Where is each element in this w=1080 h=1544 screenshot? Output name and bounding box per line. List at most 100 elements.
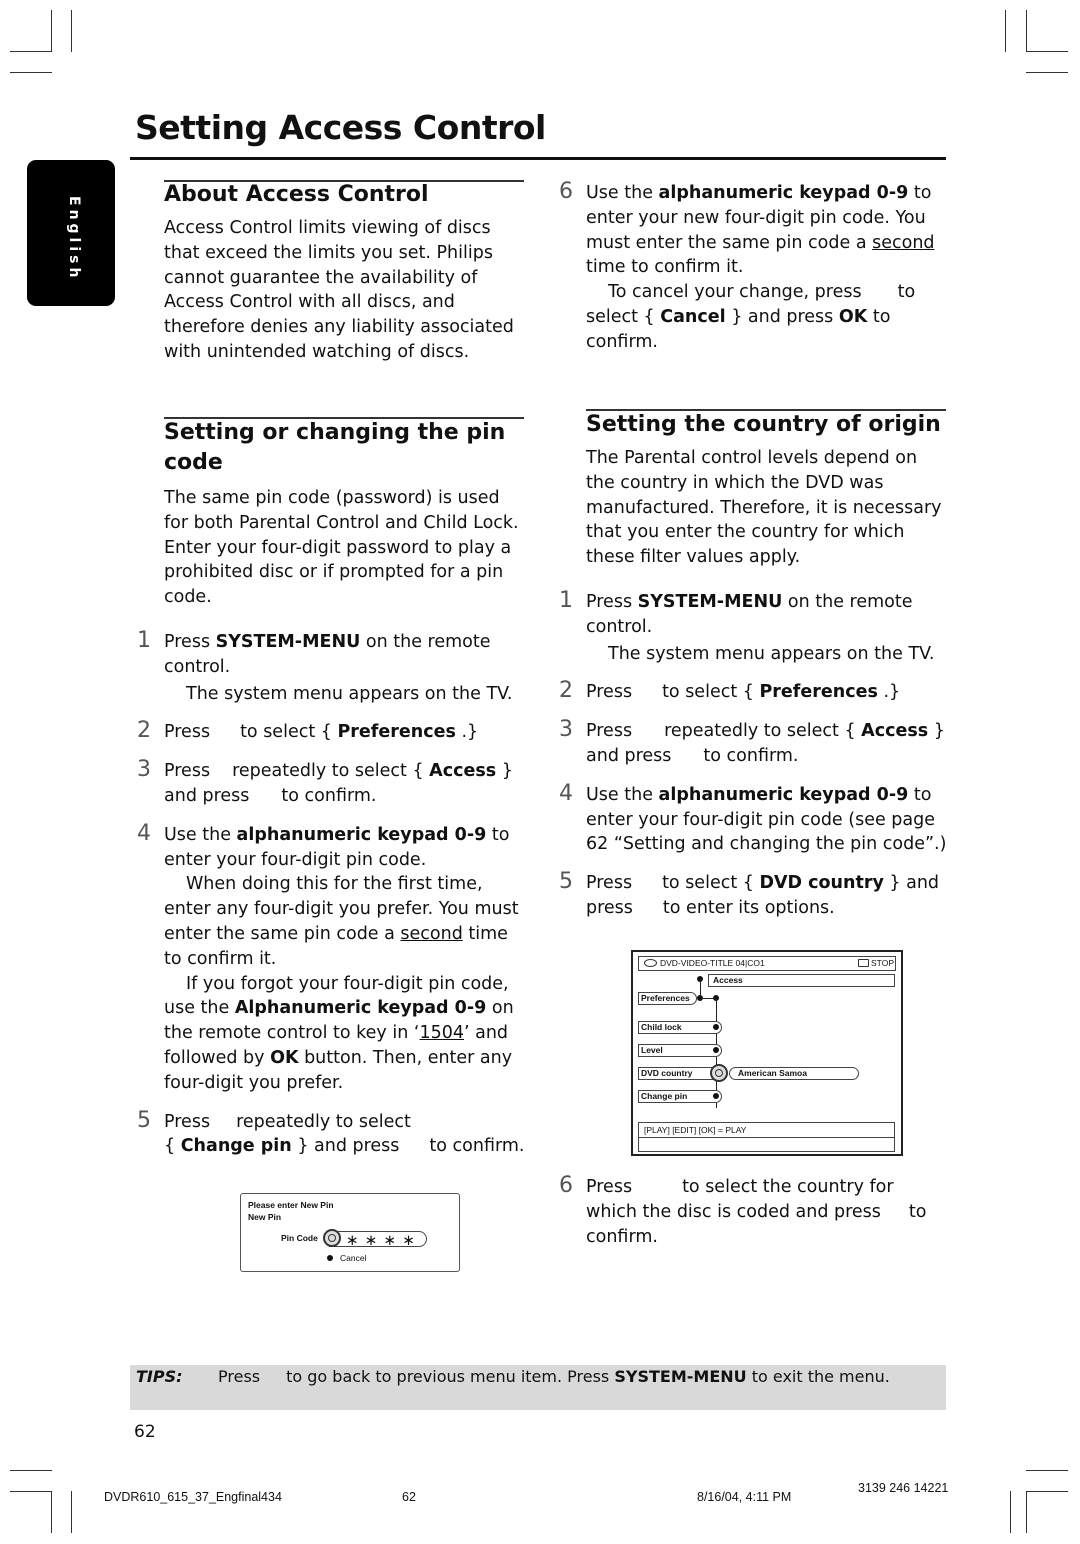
- page-number: 62: [134, 1422, 156, 1442]
- bullet-icon: [713, 1047, 719, 1053]
- country-intro: The Parental control levels depend on th…: [586, 448, 942, 568]
- step-number: 4: [559, 780, 573, 806]
- osd-menu-item-dvd-country[interactable]: DVD country: [638, 1067, 715, 1080]
- step-text: Use the: [586, 183, 659, 203]
- footer-code: 3139 246 14221: [858, 1481, 949, 1495]
- pin-step-1: 1 Press SYSTEM-MENU on the remote contro…: [137, 628, 526, 706]
- step-text: to: [908, 1201, 927, 1222]
- step-text: and press: [164, 785, 250, 806]
- step-text: Press: [164, 722, 211, 743]
- dialog-title: Please enter New Pin: [248, 1200, 334, 1210]
- step-text: confirm.: [586, 1226, 658, 1247]
- menu-item-name: Access: [429, 761, 497, 782]
- tips-text: Press to go back to previous menu item. P…: [218, 1367, 890, 1386]
- step-text: }: [928, 721, 945, 742]
- menu-item-name: Preferences: [759, 682, 878, 703]
- step-number: 1: [559, 587, 573, 613]
- step-text: to confirm.: [429, 1136, 525, 1157]
- step-text: to confirm.: [703, 745, 799, 766]
- crop-mark: [10, 1470, 52, 1471]
- pin-code-field[interactable]: ∗ ∗ ∗ ∗: [329, 1231, 427, 1249]
- crop-mark: [51, 10, 52, 52]
- step-number: 2: [137, 718, 151, 744]
- crop-mark: [1026, 1491, 1027, 1533]
- playback-status: STOP: [871, 958, 894, 968]
- country-step-5: 5 Press to select { DVD country } and pre…: [559, 869, 948, 921]
- osd-menu-item-change-pin[interactable]: Change pin: [638, 1090, 722, 1103]
- footer-datetime: 8/16/04, 4:11 PM: [697, 1490, 792, 1504]
- title-divider: [130, 157, 946, 160]
- step-text: press: [586, 897, 633, 918]
- step-text: to select {: [662, 873, 760, 894]
- key-name: alphanumeric keypad 0-9: [658, 183, 909, 203]
- step-text: Press: [586, 873, 633, 894]
- country-step-3: 3 Press repeatedly to select { Access } a…: [559, 717, 948, 769]
- step-text: } and press: [291, 1136, 400, 1157]
- step-number: 2: [559, 678, 573, 704]
- osd-menu-item-child-lock[interactable]: Child lock: [638, 1021, 722, 1034]
- connector-line: [700, 979, 701, 995]
- cancel-option[interactable]: Cancel: [340, 1253, 366, 1263]
- menu-item-label: Change pin: [641, 1091, 688, 1101]
- pin-step-6: 6 Use the alphanumeric keypad 0-9 to ent…: [559, 179, 948, 355]
- step-number: 3: [137, 757, 151, 783]
- language-tab-label: English: [66, 196, 82, 282]
- note-emphasis: second: [400, 923, 463, 944]
- menu-item-name: DVD country: [759, 873, 884, 894]
- osd-menu-item-level[interactable]: Level: [638, 1044, 722, 1057]
- pin-section: Setting or changing the pin code The sam…: [137, 418, 526, 1160]
- step-text: to enter its options.: [662, 897, 835, 918]
- dialog-subtitle: New Pin: [248, 1212, 282, 1222]
- pin-code-value: ∗ ∗ ∗ ∗: [346, 1232, 416, 1249]
- dvd-country-value[interactable]: American Samoa: [729, 1067, 859, 1080]
- step-text: Press: [586, 591, 638, 612]
- step-text: repeatedly to select {: [232, 761, 430, 782]
- step-text: Press: [586, 1177, 633, 1197]
- step-text: Press: [586, 682, 633, 703]
- step-text: repeatedly to select: [236, 1111, 411, 1132]
- dvd-menu-screen: DVD-VIDEO-TITLE 04|CO1 STOP Access Prefe…: [631, 950, 903, 1156]
- step-text: to select the country for: [682, 1177, 894, 1197]
- step-text: time to confirm it.: [586, 257, 744, 278]
- step-text: Use the: [164, 824, 237, 845]
- pin-step-3: 3 Press repeatedly to select { Access } a…: [137, 757, 526, 809]
- key-name: Alphanumeric keypad 0-9: [234, 998, 487, 1019]
- step-text: to select {: [662, 682, 760, 703]
- country-step-6: 6 Press to select the country for which t…: [559, 1173, 948, 1249]
- crop-mark: [10, 51, 52, 52]
- step-text: to select {: [240, 722, 338, 743]
- country-step-1: 1 Press SYSTEM-MENU on the remote contro…: [559, 588, 948, 666]
- crop-mark: [51, 1491, 52, 1533]
- osd-help-panel: [PLAY] [EDIT] [OK] = PLAY: [638, 1122, 895, 1152]
- step-text: Press: [164, 1111, 211, 1132]
- pin-step-5: 5 Press repeatedly to select { Change pin…: [137, 1108, 526, 1160]
- footer-filename: DVDR610_615_37_Engfinal434: [104, 1490, 282, 1504]
- pin-entry-dialog: Please enter New Pin New Pin Pin Code ∗ …: [240, 1193, 460, 1272]
- about-body: Access Control limits viewing of discs t…: [164, 218, 514, 362]
- step-number: 5: [137, 1107, 151, 1133]
- osd-menu-root[interactable]: Preferences: [638, 992, 697, 1005]
- menu-item-label: Level: [641, 1045, 663, 1055]
- step: 6 Use the alphanumeric keypad 0-9 to ent…: [559, 179, 948, 355]
- note-text: To cancel your change, press: [608, 282, 862, 303]
- crop-mark: [1005, 10, 1006, 52]
- master-pin: 1504: [419, 1023, 464, 1044]
- crop-mark: [71, 10, 72, 52]
- country-step-2: 2 Press to select { Preferences .}: [559, 679, 948, 705]
- step-text: which the disc is coded and press: [586, 1201, 881, 1222]
- country-value: American Samoa: [738, 1068, 807, 1078]
- step-text: }: [496, 761, 513, 782]
- step-text: Press: [164, 761, 211, 782]
- crop-mark: [10, 72, 52, 73]
- menu-item-label: Child lock: [641, 1022, 682, 1032]
- crop-mark: [10, 1491, 52, 1492]
- key-name: SYSTEM-MENU: [215, 631, 361, 652]
- bullet-icon: [713, 1024, 719, 1030]
- step-text: Press: [586, 721, 633, 742]
- navigation-joystick-icon: [710, 1064, 728, 1082]
- key-name: alphanumeric keypad 0-9: [236, 824, 487, 845]
- bullet-icon: [327, 1255, 333, 1261]
- step-text: Press: [164, 631, 216, 652]
- step-text: and press: [586, 745, 672, 766]
- step-text: {: [164, 1136, 181, 1157]
